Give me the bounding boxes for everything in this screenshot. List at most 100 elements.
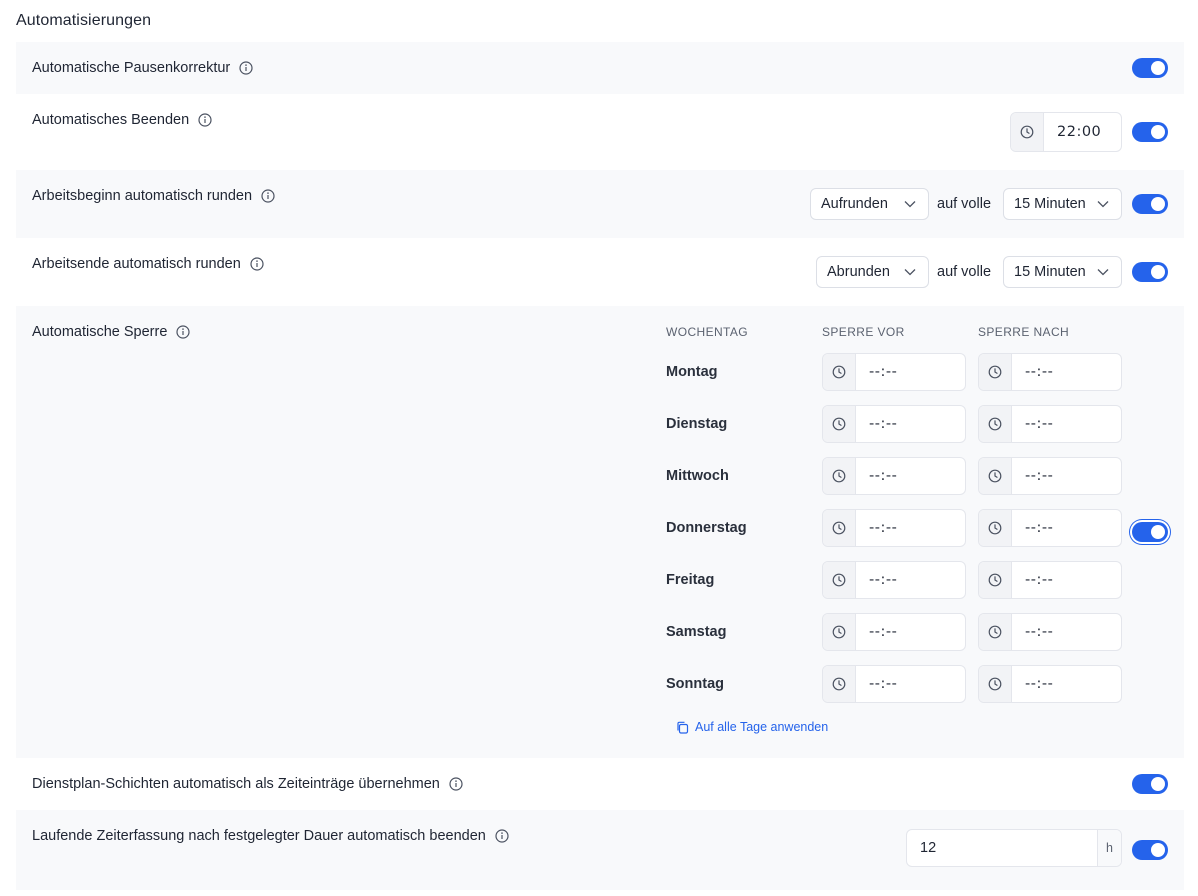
clock-icon	[832, 573, 846, 587]
clock-icon	[832, 521, 846, 535]
column-header-weekday: WOCHENTAG	[666, 325, 749, 339]
weekday-label: Samstag	[666, 624, 727, 640]
round-end-mode-value: Abrunden	[827, 264, 890, 280]
pause-correction-toggle[interactable]	[1132, 58, 1168, 78]
clock-icon	[988, 521, 1002, 535]
row-roster-sync: Dienstplan-Schichten automatisch als Zei…	[16, 758, 1184, 810]
weekday-label: Donnerstag	[666, 520, 747, 536]
lock-before-value: --:--	[869, 364, 898, 380]
lock-after-value: --:--	[1025, 520, 1054, 536]
weekday-label: Montag	[666, 364, 718, 380]
round-start-toggle[interactable]	[1132, 194, 1168, 214]
info-icon[interactable]	[261, 189, 275, 203]
round-start-label: Arbeitsbeginn automatisch runden	[32, 188, 253, 204]
info-icon[interactable]	[239, 61, 253, 75]
weekday-label: Sonntag	[666, 676, 724, 692]
round-end-toggle[interactable]	[1132, 262, 1168, 282]
auto-end-time-input[interactable]: 22:00	[1010, 112, 1122, 152]
round-end-interval-value: 15 Minuten	[1014, 264, 1086, 280]
lock-before-value: --:--	[869, 416, 898, 432]
pause-correction-label: Automatische Pausenkorrektur	[32, 60, 231, 76]
info-icon[interactable]	[198, 113, 212, 127]
lock-before-value: --:--	[869, 676, 898, 692]
weekday-label: Freitag	[666, 572, 715, 588]
clock-icon	[832, 625, 846, 639]
lock-before-input[interactable]: --:--	[822, 457, 966, 495]
clock-icon	[988, 677, 1002, 691]
auto-lock-toggle[interactable]	[1132, 522, 1168, 542]
auto-end-time-value: 22:00	[1057, 124, 1102, 140]
row-auto-end: Automatisches Beenden 22:00	[16, 94, 1184, 170]
lock-after-input[interactable]: --:--	[978, 353, 1122, 391]
lock-after-value: --:--	[1025, 572, 1054, 588]
row-round-start: Arbeitsbeginn automatisch runden Aufrund…	[16, 170, 1184, 238]
running-timer-toggle[interactable]	[1132, 840, 1168, 860]
round-start-interval-select[interactable]: 15 Minuten	[1003, 188, 1122, 220]
clock-icon	[988, 469, 1002, 483]
round-start-interval-value: 15 Minuten	[1014, 196, 1086, 212]
section-title: Automatisierungen	[16, 12, 152, 29]
lock-after-value: --:--	[1025, 676, 1054, 692]
running-timer-label: Laufende Zeiterfassung nach festgelegter…	[32, 828, 486, 844]
column-header-lock-before: SPERRE VOR	[822, 325, 905, 339]
auto-end-toggle[interactable]	[1132, 122, 1168, 142]
row-round-end: Arbeitsende automatisch runden Abrunden …	[16, 238, 1184, 306]
clock-icon	[988, 573, 1002, 587]
round-start-connector: auf volle	[937, 196, 992, 212]
duration-hours-value: 12	[920, 840, 937, 856]
clock-icon	[832, 677, 846, 691]
lock-after-input[interactable]: --:--	[978, 457, 1122, 495]
round-end-mode-select[interactable]: Abrunden	[816, 256, 929, 288]
lock-after-value: --:--	[1025, 364, 1054, 380]
lock-after-value: --:--	[1025, 468, 1054, 484]
clock-icon	[832, 469, 846, 483]
roster-sync-toggle[interactable]	[1132, 774, 1168, 794]
clock-icon	[988, 417, 1002, 431]
round-end-interval-select[interactable]: 15 Minuten	[1003, 256, 1122, 288]
clock-icon	[988, 625, 1002, 639]
info-icon[interactable]	[176, 325, 191, 339]
lock-before-input[interactable]: --:--	[822, 613, 966, 651]
clock-icon	[988, 365, 1002, 379]
lock-before-value: --:--	[869, 624, 898, 640]
info-icon[interactable]	[449, 777, 463, 791]
lock-after-input[interactable]: --:--	[978, 509, 1122, 547]
chevron-down-icon	[1097, 201, 1109, 208]
lock-before-input[interactable]: --:--	[822, 561, 966, 599]
duration-unit: h	[1097, 830, 1121, 866]
info-icon[interactable]	[495, 829, 509, 843]
weekday-label: Mittwoch	[666, 468, 729, 484]
lock-before-input[interactable]: --:--	[822, 405, 966, 443]
column-header-lock-after: SPERRE NACH	[978, 325, 1070, 339]
chevron-down-icon	[1097, 269, 1109, 276]
round-end-connector: auf volle	[937, 264, 992, 280]
lock-after-value: --:--	[1025, 624, 1054, 640]
info-icon[interactable]	[250, 257, 264, 271]
auto-end-label: Automatisches Beenden	[32, 112, 190, 128]
lock-before-value: --:--	[869, 520, 898, 536]
lock-before-input[interactable]: --:--	[822, 665, 966, 703]
lock-after-input[interactable]: --:--	[978, 613, 1122, 651]
row-pause-correction: Automatische Pausenkorrektur	[16, 42, 1184, 94]
roster-sync-label: Dienstplan-Schichten automatisch als Zei…	[32, 776, 440, 792]
clock-icon	[832, 417, 846, 431]
auto-lock-label: Automatische Sperre	[32, 324, 168, 340]
lock-after-input[interactable]: --:--	[978, 561, 1122, 599]
chevron-down-icon	[904, 201, 916, 208]
round-end-label: Arbeitsende automatisch runden	[32, 256, 241, 272]
lock-after-input[interactable]: --:--	[978, 665, 1122, 703]
apply-all-days-link[interactable]: Auf alle Tage anwenden	[676, 720, 828, 734]
clock-icon	[832, 365, 846, 379]
duration-hours-input[interactable]: 12 h	[906, 829, 1122, 867]
round-start-mode-select[interactable]: Aufrunden	[810, 188, 929, 220]
lock-before-input[interactable]: --:--	[822, 509, 966, 547]
lock-after-value: --:--	[1025, 416, 1054, 432]
chevron-down-icon	[904, 269, 916, 276]
weekday-label: Dienstag	[666, 416, 728, 432]
lock-before-value: --:--	[869, 468, 898, 484]
lock-after-input[interactable]: --:--	[978, 405, 1122, 443]
lock-before-input[interactable]: --:--	[822, 353, 966, 391]
clock-icon	[1020, 125, 1034, 139]
round-start-mode-value: Aufrunden	[821, 196, 888, 212]
copy-icon	[677, 721, 689, 734]
